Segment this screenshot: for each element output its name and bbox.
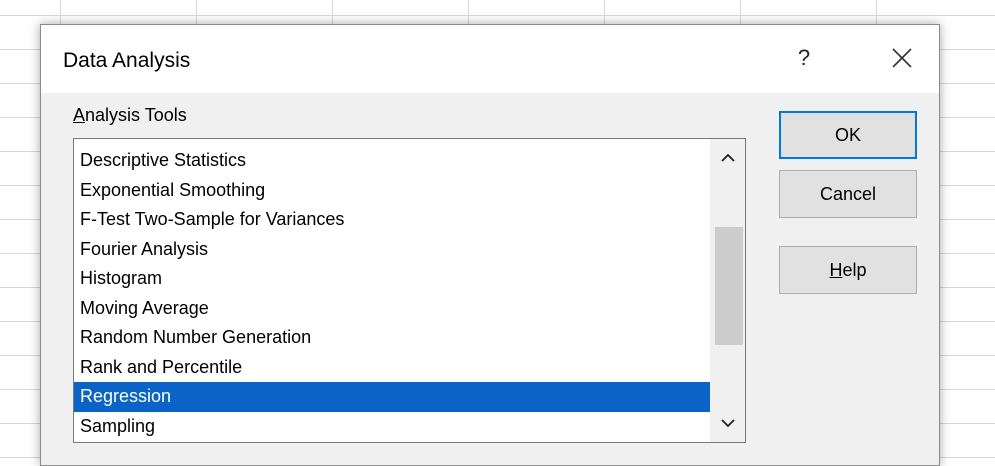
close-icon[interactable] — [887, 43, 917, 73]
data-analysis-dialog: Data Analysis ? Analysis Tools Descripti… — [40, 24, 940, 466]
analysis-tools-accel: A — [73, 105, 86, 125]
help-button-accel: H — [829, 259, 843, 280]
help-button[interactable]: Help — [779, 246, 917, 294]
chevron-down-icon[interactable] — [711, 406, 745, 440]
analysis-tools-list: Descriptive Statistics Exponential Smooth… — [74, 146, 711, 441]
list-item[interactable]: Moving Average — [74, 294, 711, 324]
list-item[interactable]: Rank and Percentile — [74, 353, 711, 383]
help-button-label: elp — [842, 259, 867, 280]
list-item[interactable]: Regression — [74, 382, 711, 412]
dialog-title: Data Analysis — [63, 49, 191, 72]
list-item[interactable]: Sampling — [74, 412, 711, 442]
dialog-titlebar: Data Analysis ? — [41, 25, 939, 93]
cancel-button[interactable]: Cancel — [779, 170, 917, 218]
list-item[interactable]: Random Number Generation — [74, 323, 711, 353]
list-item[interactable]: Descriptive Statistics — [74, 146, 711, 176]
list-item[interactable]: Fourier Analysis — [74, 235, 711, 265]
ok-button[interactable]: OK — [779, 111, 917, 159]
scrollbar-thumb[interactable] — [715, 227, 743, 345]
chevron-up-icon[interactable] — [711, 141, 745, 175]
analysis-tools-listbox[interactable]: Descriptive Statistics Exponential Smooth… — [73, 138, 746, 443]
list-item[interactable]: Histogram — [74, 264, 711, 294]
list-item[interactable]: Exponential Smoothing — [74, 176, 711, 206]
help-icon[interactable]: ? — [789, 45, 819, 71]
list-item[interactable]: F-Test Two-Sample for Variances — [74, 205, 711, 235]
listbox-scrollbar[interactable] — [710, 139, 745, 442]
analysis-tools-label-text: nalysis Tools — [85, 105, 187, 125]
analysis-tools-label: Analysis Tools — [73, 105, 187, 126]
